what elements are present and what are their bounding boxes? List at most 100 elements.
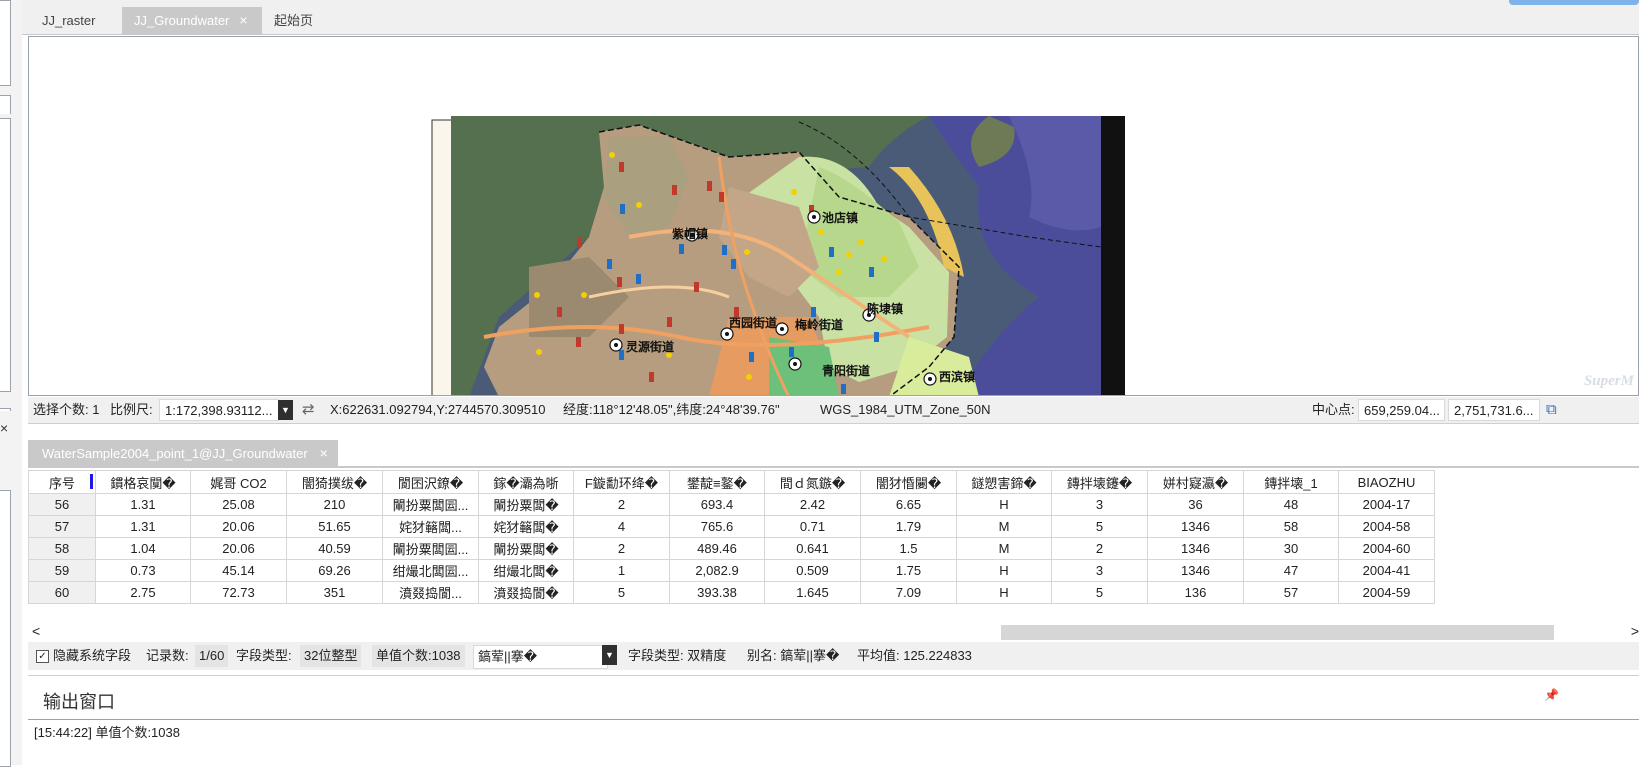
table-cell[interactable]: 69.26 [286,559,383,582]
table-cell[interactable]: 2.75 [95,581,191,604]
table-cell[interactable]: 2004-41 [1338,559,1435,582]
column-header[interactable]: 鏄拌壊鑳� [1051,470,1148,494]
table-cell[interactable]: 2004-59 [1338,581,1435,604]
close-icon[interactable]: × [320,445,328,461]
row-index-cell[interactable]: 56 [28,493,96,516]
table-cell[interactable]: 2.42 [764,493,861,516]
table-cell[interactable]: 2 [573,493,670,516]
pin-icon[interactable]: 📌 [1544,688,1559,702]
table-cell[interactable]: 1.79 [860,515,957,538]
copy-icon[interactable]: ⧉ [1546,397,1557,423]
center-y-input[interactable]: 2,751,731.6... [1448,399,1540,421]
table-cell[interactable]: 36 [1147,493,1244,516]
table-cell[interactable]: 0.509 [764,559,861,582]
table-row[interactable]: 60 2.75 72.73 351 濆叕捣閬... 濆叕捣閬� 5 393.38 1.645 7.… [28,581,1435,604]
table-cell[interactable]: H [956,559,1052,582]
column-header[interactable]: 姘村寲瀛� [1147,470,1244,494]
column-header[interactable]: F鏇勫环绛� [573,470,670,494]
table-cell[interactable]: 4 [573,515,670,538]
table-cell[interactable]: 693.4 [669,493,765,516]
table-cell[interactable]: 765.6 [669,515,765,538]
table-cell[interactable]: 閳扮粟闆囩... [382,537,479,560]
table-cell[interactable]: 绀熶北闆囩... [382,559,479,582]
scrollbar-thumb[interactable] [1001,625,1554,640]
scale-input[interactable]: 1:172,398.93112... [159,399,279,421]
column-header[interactable]: 闇犲惛闄� [860,470,957,494]
table-cell[interactable]: 47 [1243,559,1339,582]
table-cell[interactable]: 7.09 [860,581,957,604]
table-cell[interactable]: 2 [1051,537,1148,560]
table-cell[interactable]: 1.04 [95,537,191,560]
hide-system-fields-checkbox[interactable]: ✓ [36,650,49,663]
table-cell[interactable]: 30 [1243,537,1339,560]
close-icon[interactable]: × [0,420,8,436]
tab-start-page[interactable]: 起始页 [262,7,325,34]
table-row[interactable]: 58 1.04 20.06 40.59 閳扮粟闆囩... 閳扮粟闆� 2 489.46 0.64… [28,537,1435,560]
table-cell[interactable]: 濆叕捣閬� [478,581,574,604]
table-cell[interactable]: 濆叕捣閬... [382,581,479,604]
table-cell[interactable]: 2,082.9 [669,559,765,582]
table-cell[interactable]: 6.65 [860,493,957,516]
table-cell[interactable]: 25.08 [190,493,287,516]
close-icon[interactable]: × [239,12,247,28]
column-header[interactable]: 鎵�灞為晣 [478,470,574,494]
table-cell[interactable]: 48 [1243,493,1339,516]
table-row[interactable]: 59 0.73 45.14 69.26 绀熶北闆囩... 绀熶北闆� 1 2,082.9 0.5… [28,559,1435,582]
table-cell[interactable]: 绀熶北闆� [478,559,574,582]
scroll-left-icon[interactable]: < [32,623,40,639]
table-cell[interactable]: H [956,493,1052,516]
table-cell[interactable]: 閳扮粟闆� [478,493,574,516]
table-cell[interactable]: 210 [286,493,383,516]
table-cell[interactable]: 2004-60 [1338,537,1435,560]
row-index-cell[interactable]: 59 [28,559,96,582]
table-cell[interactable]: 2004-58 [1338,515,1435,538]
column-header[interactable]: 間ｄ氮鏃� [764,470,861,494]
table-cell[interactable]: 2004-17 [1338,493,1435,516]
table-cell[interactable]: 1.31 [95,493,191,516]
tab-jj-groundwater[interactable]: JJ_Groundwater × [122,7,262,34]
column-resize-marker[interactable] [90,474,93,489]
table-cell[interactable]: 45.14 [190,559,287,582]
column-header[interactable]: 鐢靛≡鐜� [669,470,765,494]
table-cell[interactable]: 72.73 [190,581,287,604]
table-cell[interactable]: 0.71 [764,515,861,538]
row-index-cell[interactable]: 58 [28,537,96,560]
table-cell[interactable]: 57 [1243,581,1339,604]
tab-watersample[interactable]: WaterSample2004_point_1@JJ_Groundwater × [28,440,338,466]
table-cell[interactable]: 1 [573,559,670,582]
column-header[interactable]: 娓哥 CO2 [190,470,287,494]
tab-jj-raster[interactable]: JJ_raster [30,7,107,34]
column-header[interactable]: BIAOZHU [1338,470,1435,494]
table-cell[interactable]: 5 [1051,581,1148,604]
table-cell[interactable]: 20.06 [190,537,287,560]
chevron-down-icon[interactable]: ▼ [278,400,293,420]
table-cell[interactable]: 3 [1051,559,1148,582]
row-index-cell[interactable]: 60 [28,581,96,604]
table-cell[interactable]: 閳扮粟闆囩... [382,493,479,516]
center-x-input[interactable]: 659,259.04... [1358,399,1445,421]
table-cell[interactable]: 1346 [1147,537,1244,560]
table-cell[interactable]: 58 [1243,515,1339,538]
table-cell[interactable]: 1.645 [764,581,861,604]
column-header[interactable]: 鏄拌壊_1 [1243,470,1339,494]
table-cell[interactable]: H [956,581,1052,604]
column-header-index[interactable]: 序号 [28,470,96,494]
map-canvas[interactable]: 紫帽镇 池店镇 西园街道 梅岭街道 陈埭镇 灵源街道 青阳街道 西滨镇 [29,37,1639,396]
table-cell[interactable]: 2 [573,537,670,560]
table-cell[interactable]: 1.5 [860,537,957,560]
table-cell[interactable]: 393.38 [669,581,765,604]
chevron-down-icon[interactable]: ▼ [602,645,617,665]
table-cell[interactable]: 姹犲簵闆� [478,515,574,538]
table-row[interactable]: 57 1.31 20.06 51.65 姹犲簵闆... 姹犲簵闆� 4 765.6 0.71 1.… [28,515,1435,538]
table-cell[interactable]: 20.06 [190,515,287,538]
map-view[interactable]: 紫帽镇 池店镇 西园街道 梅岭街道 陈埭镇 灵源街道 青阳街道 西滨镇 Supe… [28,36,1639,396]
table-cell[interactable]: 136 [1147,581,1244,604]
column-header[interactable]: 鐩愬害鍗� [956,470,1052,494]
column-header[interactable]: 鏆格哀闃� [95,470,191,494]
output-window-body[interactable]: [15:44:22] 单值个数:1038 [28,719,1639,766]
swap-icon[interactable]: ⇄ [302,397,315,423]
table-cell[interactable]: 0.641 [764,537,861,560]
table-cell[interactable]: 5 [1051,515,1148,538]
table-cell[interactable]: 489.46 [669,537,765,560]
table-cell[interactable]: 3 [1051,493,1148,516]
